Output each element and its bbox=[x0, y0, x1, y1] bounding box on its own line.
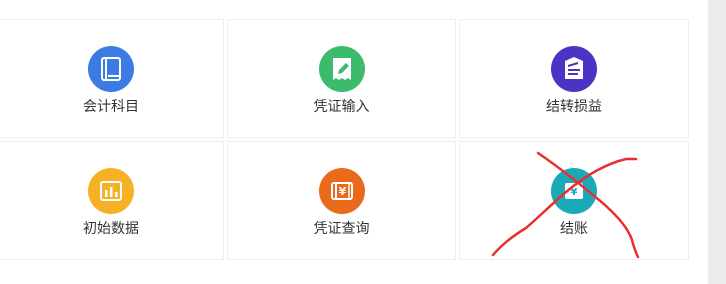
yuan-glyph: ¥ bbox=[338, 185, 346, 198]
tile-label: 会计科目 bbox=[83, 99, 139, 115]
closing-account-icon: ¥ bbox=[551, 168, 597, 214]
bar-chart-icon bbox=[88, 168, 134, 214]
tile-voucher-input[interactable]: 凭证输入 bbox=[227, 19, 456, 138]
transfer-profit-loss-icon bbox=[551, 46, 597, 92]
tile-label: 凭证输入 bbox=[313, 99, 370, 115]
tile-voucher-query[interactable]: ¥ 凭证查询 bbox=[227, 141, 456, 260]
voucher-yuan-icon: ¥ bbox=[318, 168, 365, 214]
book-icon bbox=[88, 46, 134, 92]
tile-label: 初始数据 bbox=[83, 221, 139, 237]
tile-accounting-subjects[interactable]: 会计科目 bbox=[0, 19, 224, 138]
tile-label: 凭证查询 bbox=[313, 221, 370, 237]
tile-initial-data[interactable]: 初始数据 bbox=[0, 141, 224, 260]
edit-voucher-icon bbox=[318, 46, 365, 92]
tile-label: 结转损益 bbox=[546, 99, 602, 115]
yuan-glyph: ¥ bbox=[571, 187, 578, 198]
tile-label: 结账 bbox=[560, 221, 588, 237]
vertical-scrollbar[interactable] bbox=[708, 0, 726, 284]
tile-profit-loss-transfer[interactable]: 结转损益 bbox=[459, 19, 689, 138]
tile-closing-accounts[interactable]: ¥ 结账 bbox=[459, 141, 689, 260]
function-grid: 会计科目 凭证输入 结转损益 初始数据 ¥ 凭证查询 ¥ 结账 bbox=[0, 0, 708, 284]
